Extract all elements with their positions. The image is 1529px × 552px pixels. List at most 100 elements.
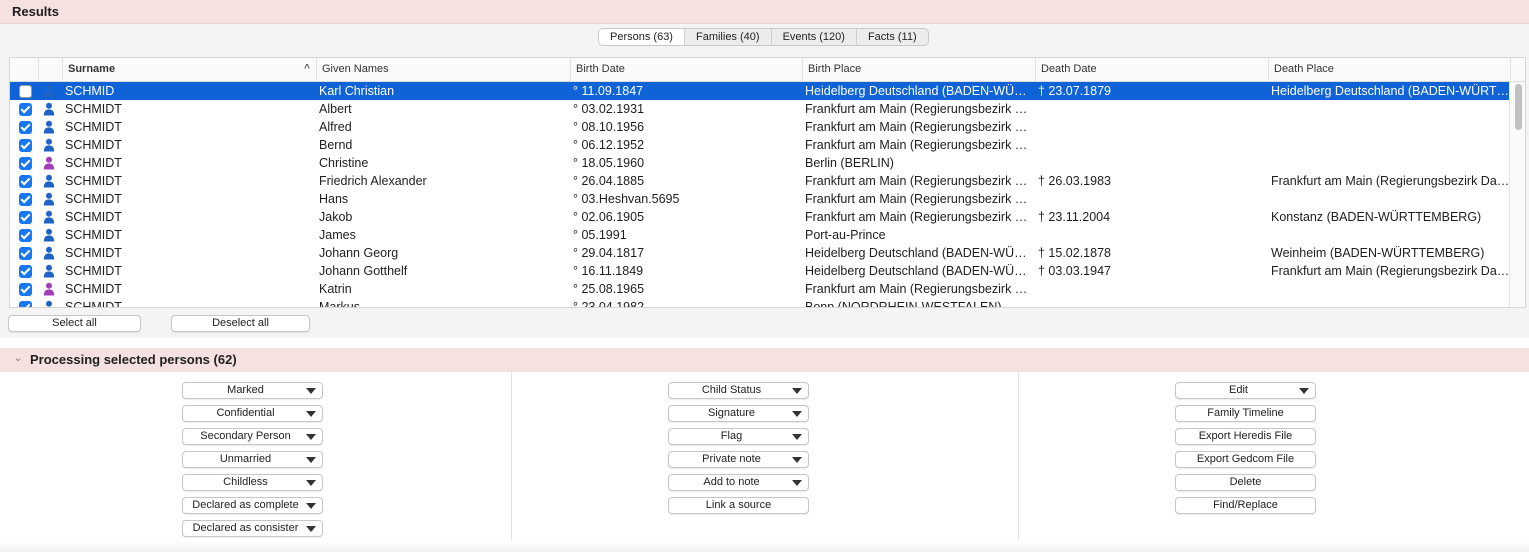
family-timeline-button[interactable]: Family Timeline: [1175, 405, 1316, 422]
table-row[interactable]: SCHMIDT Alfred ° 08.10.1956 Frankfurt am Ma…: [10, 118, 1510, 136]
column-header-birth-date[interactable]: Birth Date: [570, 58, 802, 81]
deselect-all-button[interactable]: Deselect all: [171, 315, 310, 332]
male-person-icon: [43, 228, 55, 242]
row-checkbox[interactable]: [19, 103, 32, 116]
cell-death-date: [1035, 100, 1268, 118]
cell-birth-place: Frankfurt am Main (Regierungsbezirk Darm…: [805, 120, 1035, 134]
declared-as-complete-dropdown[interactable]: Declared as complete: [182, 497, 323, 514]
cell-birth-date: ° 08.10.1956: [573, 120, 645, 134]
tab-events[interactable]: Events (120): [770, 29, 856, 45]
cell-surname: SCHMIDT: [65, 156, 122, 170]
chevron-down-icon: [792, 411, 802, 417]
column-header-gender[interactable]: [38, 58, 62, 81]
persons-table: Surname ^ Given Names Birth Date Birth P…: [9, 57, 1526, 308]
table-row[interactable]: SCHMID Karl Christian ° 11.09.1847 Heidelbe…: [10, 82, 1510, 100]
childless-dropdown[interactable]: Childless: [182, 474, 323, 491]
male-person-icon: [43, 210, 55, 224]
chevron-down-icon: [306, 480, 316, 486]
row-checkbox[interactable]: [19, 229, 32, 242]
export-heredis-file-button[interactable]: Export Heredis File: [1175, 428, 1316, 445]
sort-ascending-icon: ^: [304, 63, 310, 74]
row-checkbox[interactable]: [19, 247, 32, 260]
tab-families[interactable]: Families (40): [683, 29, 771, 45]
table-row[interactable]: SCHMIDT Johann Gotthelf ° 16.11.1849 Heidel…: [10, 262, 1510, 280]
male-person-icon: [43, 192, 55, 206]
scrollbar-thumb[interactable]: [1515, 84, 1522, 130]
button-label: Marked: [227, 384, 264, 396]
flag-dropdown[interactable]: Flag: [668, 428, 809, 445]
cell-birth-date: ° 29.04.1817: [573, 246, 645, 260]
row-checkbox[interactable]: [19, 85, 32, 98]
column-header-surname-label: Surname: [68, 63, 116, 75]
row-checkbox[interactable]: [19, 301, 32, 307]
table-row[interactable]: SCHMIDT Hans ° 03.Heshvan.5695 Frankfurt am…: [10, 190, 1510, 208]
declared-as-consister-dropdown[interactable]: Declared as consister: [182, 520, 323, 537]
find-replace-button[interactable]: Find/Replace: [1175, 497, 1316, 514]
row-checkbox[interactable]: [19, 175, 32, 188]
column-header-surname[interactable]: Surname ^: [62, 58, 316, 81]
cell-birth-place: Heidelberg Deutschland (BADEN-WÜRTTEMBER…: [805, 246, 1035, 260]
vertical-scrollbar[interactable]: [1509, 82, 1525, 307]
male-person-icon: [43, 84, 55, 98]
cell-given-names: Friedrich Alexander: [319, 174, 427, 188]
table-row[interactable]: SCHMIDT Katrin ° 25.08.1965 Frankfurt am Ma…: [10, 280, 1510, 298]
row-checkbox[interactable]: [19, 265, 32, 278]
column-header-checkbox[interactable]: [10, 58, 38, 81]
results-header: Results: [0, 0, 1529, 24]
table-row[interactable]: SCHMIDT Jakob ° 02.06.1905 Frankfurt am Mai…: [10, 208, 1510, 226]
cell-death-place: [1268, 154, 1510, 172]
button-label: Secondary Person: [200, 430, 291, 442]
tab-facts[interactable]: Facts (11): [855, 29, 928, 45]
processing-header[interactable]: ⌄ Processing selected persons (62): [0, 348, 1529, 372]
secondary-person-dropdown[interactable]: Secondary Person: [182, 428, 323, 445]
cell-surname: SCHMIDT: [65, 246, 122, 260]
tab-persons[interactable]: Persons (63): [599, 29, 684, 45]
table-row[interactable]: SCHMIDT Johann Georg ° 29.04.1817 Heidelber…: [10, 244, 1510, 262]
edit-dropdown[interactable]: Edit: [1175, 382, 1316, 399]
marked-dropdown[interactable]: Marked: [182, 382, 323, 399]
child-status-dropdown[interactable]: Child Status: [668, 382, 809, 399]
unmarried-dropdown[interactable]: Unmarried: [182, 451, 323, 468]
link-a-source-button[interactable]: Link a source: [668, 497, 809, 514]
add-to-note-dropdown[interactable]: Add to note: [668, 474, 809, 491]
export-gedcom-file-button[interactable]: Export Gedcom File: [1175, 451, 1316, 468]
table-row[interactable]: SCHMIDT James ° 05.1991 Port-au-Prince: [10, 226, 1510, 244]
cell-birth-place: Frankfurt am Main (Regierungsbezirk Darm…: [805, 174, 1035, 188]
table-row[interactable]: SCHMIDT Albert ° 03.02.1931 Frankfurt am Ma…: [10, 100, 1510, 118]
row-checkbox[interactable]: [19, 283, 32, 296]
cell-birth-date: ° 18.05.1960: [573, 156, 645, 170]
cell-surname: SCHMIDT: [65, 228, 122, 242]
column-header-death-place[interactable]: Death Place: [1268, 58, 1510, 81]
cell-surname: SCHMIDT: [65, 300, 122, 308]
table-row[interactable]: SCHMIDT Christine ° 18.05.1960 Berlin (BERL…: [10, 154, 1510, 172]
button-label: Signature: [707, 407, 756, 419]
cell-birth-date: ° 03.Heshvan.5695: [573, 192, 680, 206]
results-title: Results: [12, 4, 59, 19]
cell-death-date: † 26.03.1983: [1038, 174, 1111, 188]
cell-death-date: [1035, 298, 1268, 307]
chevron-down-icon[interactable]: ⌄: [14, 353, 22, 364]
column-header-birth-place[interactable]: Birth Place: [802, 58, 1035, 81]
chevron-down-icon: [792, 388, 802, 394]
column-header-death-date[interactable]: Death Date: [1035, 58, 1268, 81]
table-row[interactable]: SCHMIDT Markus ° 23.04.1982 Bonn (NORDRHEIN…: [10, 298, 1510, 308]
cell-birth-place: Frankfurt am Main (Regierungsbezirk Darm…: [805, 138, 1035, 152]
row-checkbox[interactable]: [19, 157, 32, 170]
cell-death-date: † 23.11.2004: [1038, 210, 1111, 224]
table-row[interactable]: SCHMIDT Bernd ° 06.12.1952 Frankfurt am Mai…: [10, 136, 1510, 154]
cell-given-names: Alfred: [319, 120, 352, 134]
row-checkbox[interactable]: [19, 211, 32, 224]
column-header-given-names[interactable]: Given Names: [316, 58, 570, 81]
table-row[interactable]: SCHMIDT Friedrich Alexander ° 26.04.1885 Fr…: [10, 172, 1510, 190]
row-checkbox[interactable]: [19, 193, 32, 206]
select-all-button[interactable]: Select all: [8, 315, 141, 332]
row-checkbox[interactable]: [19, 139, 32, 152]
row-checkbox[interactable]: [19, 121, 32, 134]
delete-button[interactable]: Delete: [1175, 474, 1316, 491]
signature-dropdown[interactable]: Signature: [668, 405, 809, 422]
chevron-down-icon: [306, 503, 316, 509]
button-label: Find/Replace: [1213, 499, 1278, 511]
private-note-dropdown[interactable]: Private note: [668, 451, 809, 468]
confidential-dropdown[interactable]: Confidential: [182, 405, 323, 422]
cell-death-place: Heidelberg Deutschland (BADEN-WÜRTTEMBER…: [1271, 84, 1510, 98]
